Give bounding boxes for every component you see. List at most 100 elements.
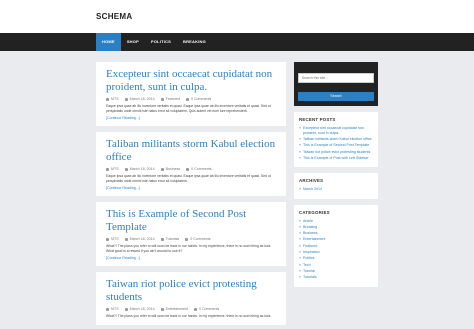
widget-title: ARCHIVES	[299, 178, 324, 184]
bullet-icon: »	[299, 224, 301, 229]
category-item[interactable]: » Business	[299, 231, 373, 236]
nav-item-politics[interactable]: POLITICS	[145, 33, 177, 51]
post-date-text: March 18, 2014	[129, 237, 155, 241]
category-link[interactable]: Tutorial	[303, 269, 315, 274]
post-comments[interactable]: 0 Comments	[186, 167, 212, 171]
post-author[interactable]: MTS	[106, 307, 119, 311]
search-input[interactable]	[298, 73, 374, 83]
category-item[interactable]: » Featured	[299, 244, 373, 249]
post-comments[interactable]: 0 Comments	[185, 237, 211, 241]
category-item[interactable]: » Entertainment	[299, 237, 373, 242]
user-icon	[106, 167, 109, 171]
category-link[interactable]: Entertainment	[303, 237, 325, 242]
folder-icon	[160, 97, 164, 101]
category-item[interactable]: » Tech	[299, 263, 373, 268]
post-category[interactable]: Business	[160, 167, 181, 171]
category-item[interactable]: » Inspiration	[299, 250, 373, 255]
archive-item[interactable]: » March 2014	[299, 187, 373, 192]
category-link[interactable]: Inspiration	[303, 250, 320, 255]
post-author-name: MTS	[111, 307, 119, 311]
category-link[interactable]: Politics	[303, 256, 314, 261]
category-item[interactable]: » Tutorials	[299, 275, 373, 280]
folder-icon	[160, 237, 164, 241]
bullet-icon: »	[299, 243, 301, 248]
bullet-icon: »	[299, 149, 301, 154]
post-author[interactable]: MTS	[106, 167, 119, 171]
category-link[interactable]: Business	[303, 231, 318, 236]
post-author-name: MTS	[111, 97, 119, 101]
comment-icon	[186, 167, 190, 171]
bullet-icon: »	[299, 231, 301, 236]
user-icon	[106, 237, 109, 241]
recent-post-link[interactable]: Taliban militants storm Kabul election o…	[303, 137, 372, 142]
post-date: March 18, 2014	[124, 97, 155, 101]
bullet-icon: »	[299, 155, 301, 160]
nav-item-breaking[interactable]: BREAKING	[177, 33, 212, 51]
recent-post-item[interactable]: » Taliban militants storm Kabul election …	[299, 137, 373, 142]
recent-post-link[interactable]: Excepteur sint occaecat cupidatat non pr…	[303, 126, 373, 136]
post-title[interactable]: Taiwan riot police evict protesting stud…	[106, 278, 276, 304]
bullet-icon: »	[299, 275, 301, 280]
bullet-icon: »	[299, 126, 301, 130]
bullet-icon: »	[299, 218, 301, 223]
post-comments-text: 0 Comments	[198, 307, 220, 311]
site-header: SCHEMA	[0, 0, 474, 33]
category-link[interactable]: Tech	[303, 263, 311, 268]
post-category[interactable]: Featured	[160, 97, 180, 101]
category-item[interactable]: » Tutorial	[299, 269, 373, 274]
post-category-text: Business	[165, 167, 181, 171]
nav-item-shop[interactable]: SHOP	[121, 33, 145, 51]
recent-post-item[interactable]: » This is Example of Post with Left Sideb…	[299, 156, 373, 161]
post-comments[interactable]: 0 Comments	[185, 97, 211, 101]
recent-post-item[interactable]: » Excepteur sint occaecat cupidatat non p…	[299, 126, 373, 136]
bullet-icon: »	[299, 268, 301, 273]
post-author-name: MTS	[111, 167, 119, 171]
read-more-link[interactable]: [Continue Reading...]	[106, 116, 276, 120]
clock-icon	[124, 97, 128, 101]
post-date: March 18, 2014	[124, 237, 155, 241]
post-title[interactable]: Excepteur sint occaecat cupidatat non pr…	[106, 68, 276, 94]
recent-post-link[interactable]: Taiwan riot police evict protesting stud…	[303, 150, 370, 155]
nav-item-home[interactable]: HOME	[96, 33, 121, 51]
archive-link[interactable]: March 2014	[303, 187, 322, 192]
search-button[interactable]: Search	[298, 91, 374, 101]
site-title[interactable]: SCHEMA	[96, 12, 132, 21]
recent-post-link[interactable]: This is Example of Second Post Template	[303, 143, 369, 148]
folder-icon	[160, 167, 164, 171]
read-more-link[interactable]: [Continue Reading...]	[106, 186, 276, 190]
post-excerpt: What?! The plans you refer to will soon …	[106, 244, 272, 253]
post-category-text: Entertainment	[165, 307, 188, 311]
category-link[interactable]: Featured	[303, 244, 317, 249]
category-item[interactable]: » Article	[299, 219, 373, 224]
recent-post-item[interactable]: » This is Example of Second Post Template	[299, 143, 373, 148]
recent-post-item[interactable]: » Taiwan riot police evict protesting stu…	[299, 150, 373, 155]
category-item[interactable]: » Politics	[299, 256, 373, 261]
main-navbar: HOME SHOP POLITICS BREAKING	[0, 33, 474, 51]
bullet-icon: »	[299, 137, 301, 142]
post-author[interactable]: MTS	[106, 97, 119, 101]
clock-icon	[124, 237, 128, 241]
post-category[interactable]: Tutorials	[160, 237, 179, 241]
archives-widget: ARCHIVES » March 2014	[294, 173, 378, 199]
post-category[interactable]: Entertainment	[160, 307, 188, 311]
read-more-link[interactable]: [Continue Reading...]	[106, 256, 276, 260]
post-card: Excepteur sint occaecat cupidatat non pr…	[96, 62, 286, 126]
post-comments-text: 0 Comments	[191, 167, 212, 171]
post-title[interactable]: This is Example of Second Post Template	[106, 208, 276, 234]
clock-icon	[124, 307, 128, 311]
post-author-name: MTS	[111, 237, 119, 241]
recent-post-link[interactable]: This is Example of Post with Left Sideba…	[303, 156, 368, 161]
post-date-text: March 18, 2014	[129, 167, 155, 171]
bullet-icon: »	[299, 143, 301, 148]
post-title[interactable]: Taliban militants storm Kabul election o…	[106, 138, 276, 164]
recent-posts-widget: RECENT POSTS » Excepteur sint occaecat cu…	[294, 112, 378, 168]
widget-title: RECENT POSTS	[299, 117, 336, 122]
category-link[interactable]: Tutorials	[303, 275, 317, 280]
category-link[interactable]: Breaking	[303, 225, 317, 230]
post-excerpt: Eaque ipsa quae ab illo inventore verita…	[106, 174, 271, 183]
post-author[interactable]: MTS	[106, 237, 119, 241]
post-date-text: March 18, 2014	[129, 307, 155, 311]
post-comments[interactable]: 0 Comments	[193, 307, 220, 311]
category-item[interactable]: » Breaking	[299, 225, 373, 230]
category-link[interactable]: Article	[303, 219, 313, 224]
